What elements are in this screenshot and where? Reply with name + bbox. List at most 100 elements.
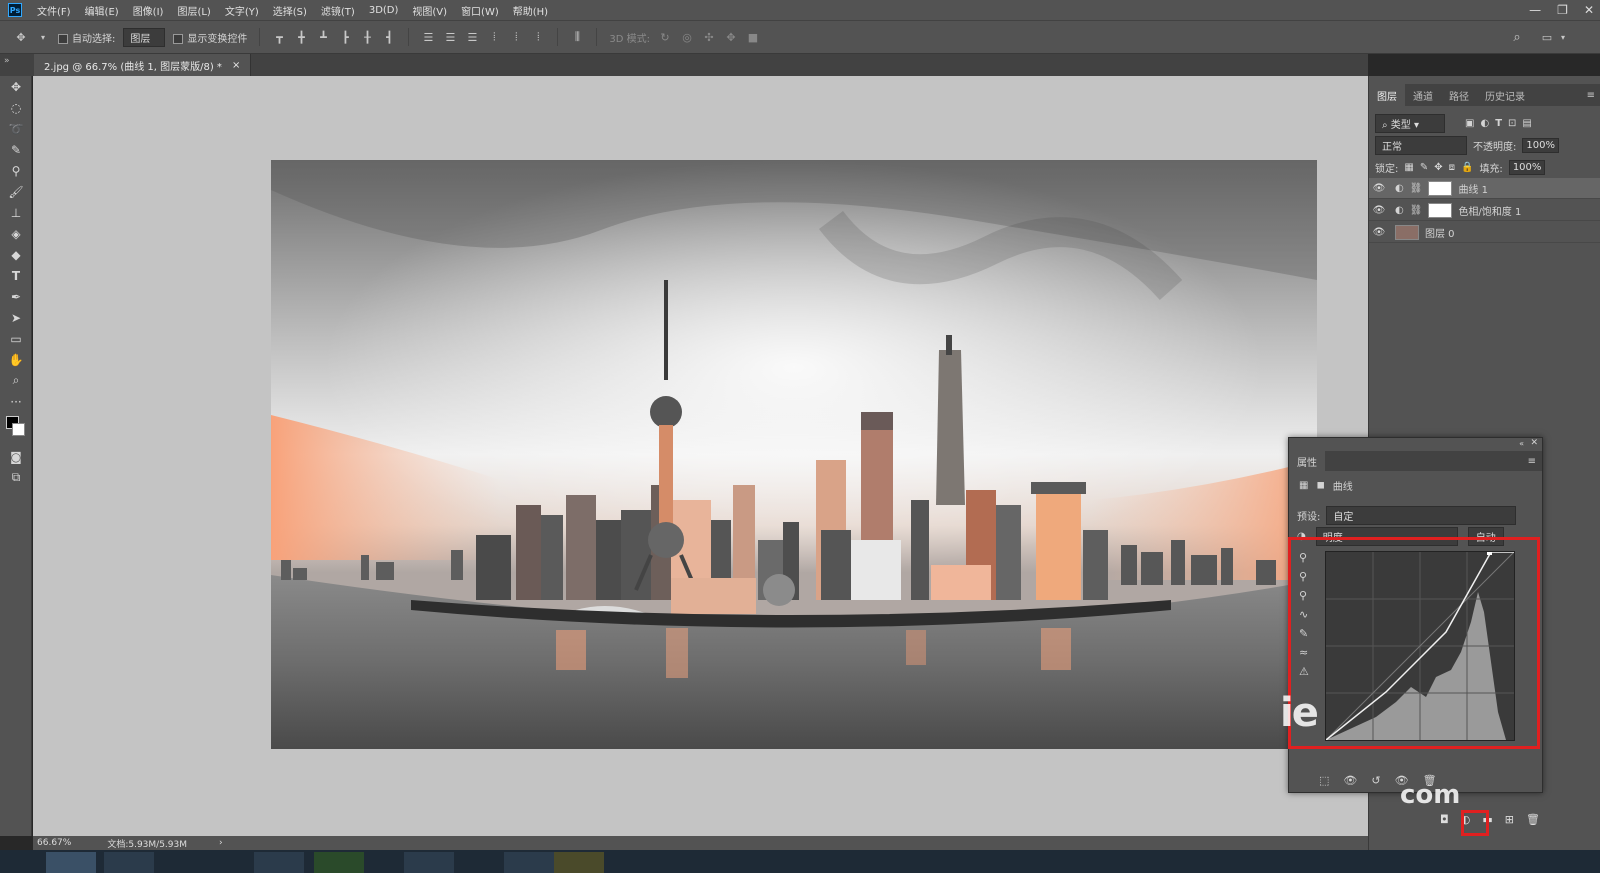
- marquee-tool-icon[interactable]: ◌: [0, 97, 32, 118]
- shape-tool-icon[interactable]: ▭: [0, 328, 32, 349]
- visibility-eye-icon[interactable]: 👁: [1369, 227, 1389, 238]
- layer-name[interactable]: 图层 0: [1425, 225, 1455, 240]
- 3d-rotate-icon[interactable]: ↻: [658, 30, 672, 44]
- chain-link-icon[interactable]: ⛓: [1410, 205, 1423, 216]
- distribute-top-icon[interactable]: ☰: [421, 30, 435, 44]
- distribute-bottom-icon[interactable]: ☰: [465, 30, 479, 44]
- quick-select-tool-icon[interactable]: ✎: [0, 139, 32, 160]
- path-select-tool-icon[interactable]: ➤: [0, 307, 32, 328]
- blend-mode-dropdown[interactable]: 正常: [1375, 135, 1467, 155]
- new-layer-icon[interactable]: ⊞: [1505, 813, 1514, 831]
- show-transform-checkbox[interactable]: 显示变换控件: [173, 30, 247, 45]
- align-bottom-icon[interactable]: ┻: [316, 30, 330, 44]
- chain-link-icon[interactable]: ⛓: [1410, 183, 1423, 194]
- clip-to-layer-icon[interactable]: ⬚: [1319, 774, 1329, 787]
- menu-layer[interactable]: 图层(L): [170, 3, 217, 18]
- close-icon[interactable]: ×: [232, 60, 240, 71]
- auto-align-icon[interactable]: ⫼: [570, 30, 584, 44]
- restore-icon[interactable]: ❐: [1557, 3, 1568, 17]
- chevron-down-icon[interactable]: ▾: [1556, 30, 1570, 44]
- eraser-tool-icon[interactable]: ◈: [0, 223, 32, 244]
- document-tab[interactable]: 2.jpg @ 66.7% (曲线 1, 图层蒙版/8) * ×: [34, 54, 252, 76]
- layer-filter-dropdown[interactable]: ⌕ 类型 ▾: [1375, 113, 1445, 133]
- collapse-arrows-icon[interactable]: »: [4, 56, 10, 66]
- layer-item[interactable]: 👁 图层 0: [1369, 222, 1600, 243]
- taskbar-app-icon[interactable]: [554, 852, 604, 873]
- canvas-area[interactable]: [33, 76, 1368, 836]
- mask-icon[interactable]: ◼: [1316, 480, 1324, 491]
- view-previous-icon[interactable]: 👁: [1343, 774, 1357, 787]
- pen-tool-icon[interactable]: ✒: [0, 286, 32, 307]
- align-top-icon[interactable]: ┳: [272, 30, 286, 44]
- menu-image[interactable]: 图像(I): [126, 3, 171, 18]
- add-mask-icon[interactable]: ◘: [1440, 813, 1449, 831]
- menu-filter[interactable]: 滤镜(T): [314, 3, 362, 18]
- eyedropper-tool-icon[interactable]: ⚲: [0, 160, 32, 181]
- search-icon[interactable]: ⌕: [1510, 30, 1524, 45]
- 3d-scale-icon[interactable]: ■: [746, 30, 760, 44]
- layer-item[interactable]: 👁 ◐ ⛓ 色相/饱和度 1: [1369, 200, 1600, 221]
- distribute-right-icon[interactable]: ⦙: [531, 30, 545, 44]
- filter-type-icon[interactable]: T: [1495, 118, 1502, 129]
- tab-paths[interactable]: 路径: [1441, 84, 1477, 106]
- menu-view[interactable]: 视图(V): [405, 3, 454, 18]
- panel-menu-icon[interactable]: ≡: [1587, 90, 1595, 101]
- workspace-icon[interactable]: ▭: [1540, 30, 1554, 44]
- panel-menu-icon[interactable]: ≡: [1528, 456, 1536, 467]
- lock-icon[interactable]: 🔒: [1461, 162, 1473, 173]
- align-hcenter-icon[interactable]: ╂: [360, 30, 374, 44]
- layer-mask-thumbnail[interactable]: [1428, 202, 1453, 218]
- lock-brush-icon[interactable]: ✎: [1420, 162, 1428, 173]
- filter-adjust-icon[interactable]: ◐: [1480, 118, 1489, 129]
- move-tool-icon[interactable]: ✥: [14, 30, 28, 44]
- layer-item[interactable]: 👁 ◐ ⛓ 曲线 1: [1369, 178, 1600, 199]
- close-icon[interactable]: ✕: [1584, 3, 1594, 17]
- more-tools-icon[interactable]: ···: [0, 391, 32, 412]
- reset-icon[interactable]: ↺: [1371, 774, 1380, 787]
- align-left-icon[interactable]: ┣: [338, 30, 352, 44]
- 3d-slide-icon[interactable]: ✥: [724, 30, 738, 44]
- taskbar-app-icon[interactable]: [504, 852, 554, 873]
- 3d-roll-icon[interactable]: ◎: [680, 30, 694, 44]
- menu-type[interactable]: 文字(Y): [218, 3, 266, 18]
- screen-mode-icon[interactable]: ⧉: [0, 467, 32, 488]
- move-tool-icon[interactable]: ✥: [0, 76, 32, 97]
- color-swatches-icon[interactable]: [0, 412, 32, 446]
- auto-select-dropdown[interactable]: 图层: [123, 27, 166, 47]
- taskbar-app-icon[interactable]: [254, 852, 304, 873]
- taskbar-app-icon[interactable]: [104, 852, 154, 873]
- type-tool-icon[interactable]: T: [0, 265, 32, 286]
- chevron-down-icon[interactable]: ▾: [36, 30, 50, 44]
- auto-select-checkbox[interactable]: 自动选择:: [58, 30, 115, 45]
- brush-tool-icon[interactable]: 🖌: [0, 181, 32, 202]
- menu-window[interactable]: 窗口(W): [454, 3, 506, 18]
- bucket-tool-icon[interactable]: ◆: [0, 244, 32, 265]
- 3d-drag-icon[interactable]: ✣: [702, 30, 716, 44]
- visibility-eye-icon[interactable]: 👁: [1369, 205, 1389, 216]
- trash-icon[interactable]: 🗑: [1526, 813, 1540, 831]
- layer-name[interactable]: 色相/饱和度 1: [1458, 203, 1521, 218]
- menu-select[interactable]: 选择(S): [266, 3, 314, 18]
- filter-pixel-icon[interactable]: ▣: [1465, 118, 1474, 129]
- preset-dropdown[interactable]: 自定: [1326, 506, 1517, 525]
- taskbar-app-icon[interactable]: [314, 852, 364, 873]
- fill-input[interactable]: 100%: [1508, 159, 1546, 175]
- distribute-vcenter-icon[interactable]: ☰: [443, 30, 457, 44]
- distribute-left-icon[interactable]: ⦙: [487, 30, 501, 44]
- menu-help[interactable]: 帮助(H): [506, 3, 555, 18]
- lock-artboard-icon[interactable]: ⧈: [1449, 162, 1455, 173]
- document-image[interactable]: [271, 160, 1317, 749]
- zoom-level[interactable]: 66.67%: [37, 838, 71, 848]
- taskbar-app-icon[interactable]: [46, 852, 96, 873]
- layer-name[interactable]: 曲线 1: [1458, 181, 1488, 196]
- lock-position-icon[interactable]: ✥: [1434, 162, 1442, 173]
- lasso-tool-icon[interactable]: ➰: [0, 118, 32, 139]
- tab-history[interactable]: 历史记录: [1477, 84, 1533, 106]
- close-icon[interactable]: ✕: [1530, 438, 1538, 448]
- lock-pixels-icon[interactable]: ▦: [1404, 162, 1413, 173]
- taskbar-app-icon[interactable]: [404, 852, 454, 873]
- properties-title[interactable]: 属性: [1289, 451, 1325, 471]
- layer-mask-thumbnail[interactable]: [1428, 180, 1453, 196]
- tab-channels[interactable]: 通道: [1405, 84, 1441, 106]
- align-right-icon[interactable]: ┫: [382, 30, 396, 44]
